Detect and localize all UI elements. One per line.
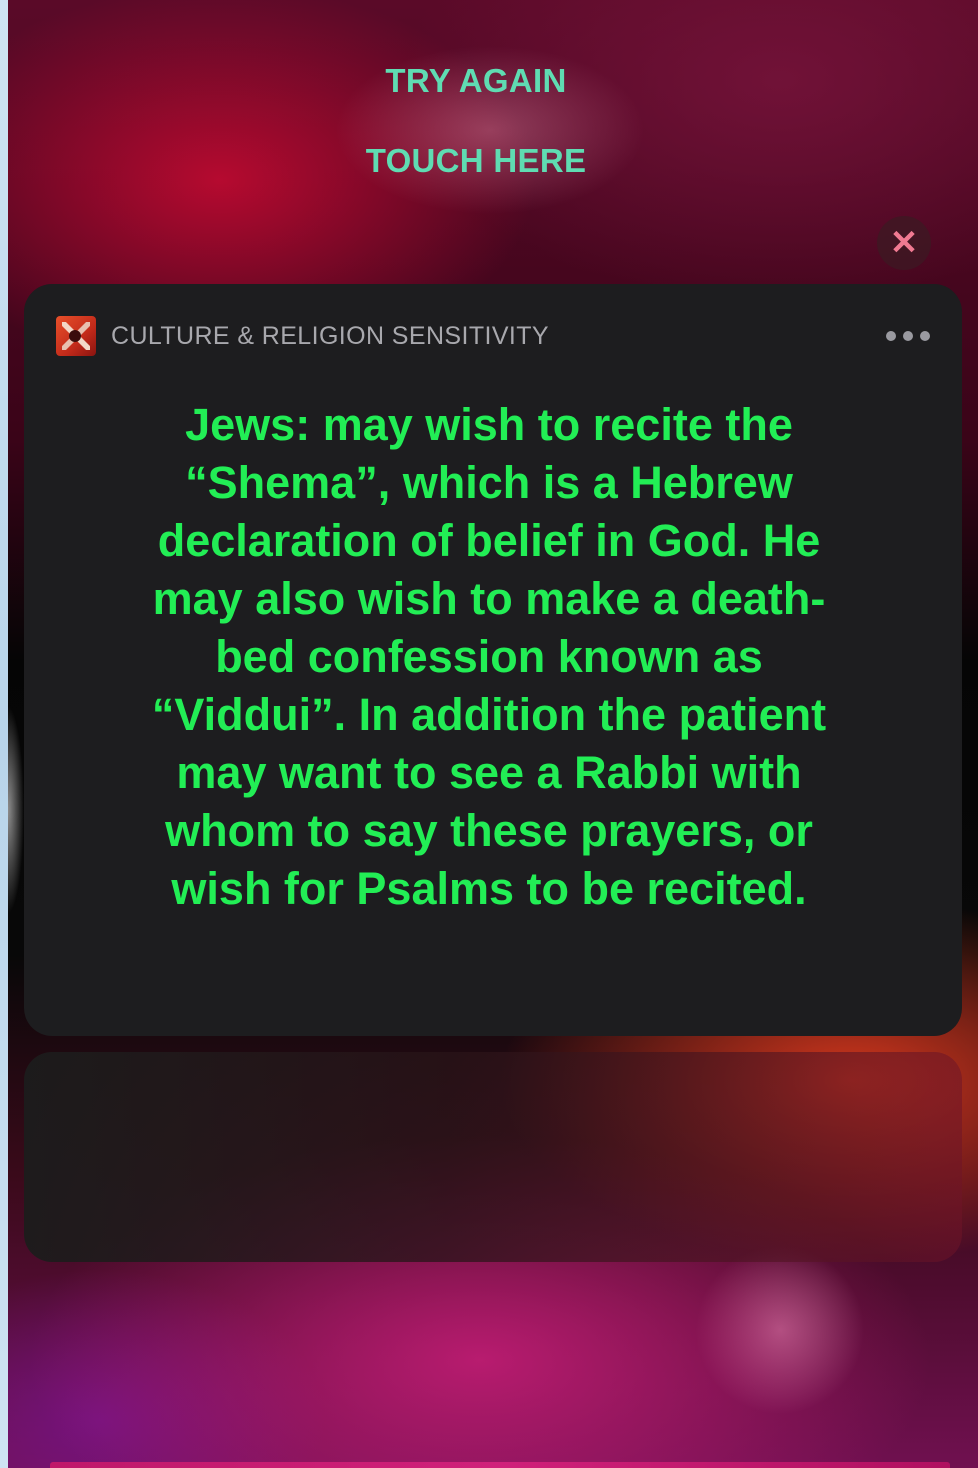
- try-again-button[interactable]: TRY AGAIN: [0, 62, 952, 100]
- app-icon-center: [69, 330, 81, 342]
- notification-card[interactable]: CULTURE & RELIGION SENSITIVITY Jews: may…: [24, 284, 962, 1036]
- lock-screen: TRY AGAIN TOUCH HERE ✕ CULTURE & RELIGIO…: [0, 0, 978, 1468]
- close-icon: ✕: [889, 224, 919, 262]
- close-button[interactable]: ✕: [877, 216, 931, 270]
- stacked-notification-placeholder[interactable]: [24, 1052, 962, 1262]
- notification-header: CULTURE & RELIGION SENSITIVITY: [56, 316, 930, 356]
- bottom-edge-bar: [50, 1462, 950, 1468]
- more-options-button[interactable]: [886, 325, 930, 347]
- notification-message: Jews: may wish to recite the “Shema”, wh…: [151, 399, 827, 914]
- app-icon: [56, 316, 96, 356]
- window-edge: [0, 0, 8, 1468]
- more-options-icon: [903, 331, 913, 341]
- more-options-icon: [886, 331, 896, 341]
- app-title: CULTURE & RELIGION SENSITIVITY: [111, 321, 550, 350]
- more-options-icon: [920, 331, 930, 341]
- touch-here-button[interactable]: TOUCH HERE: [0, 142, 952, 180]
